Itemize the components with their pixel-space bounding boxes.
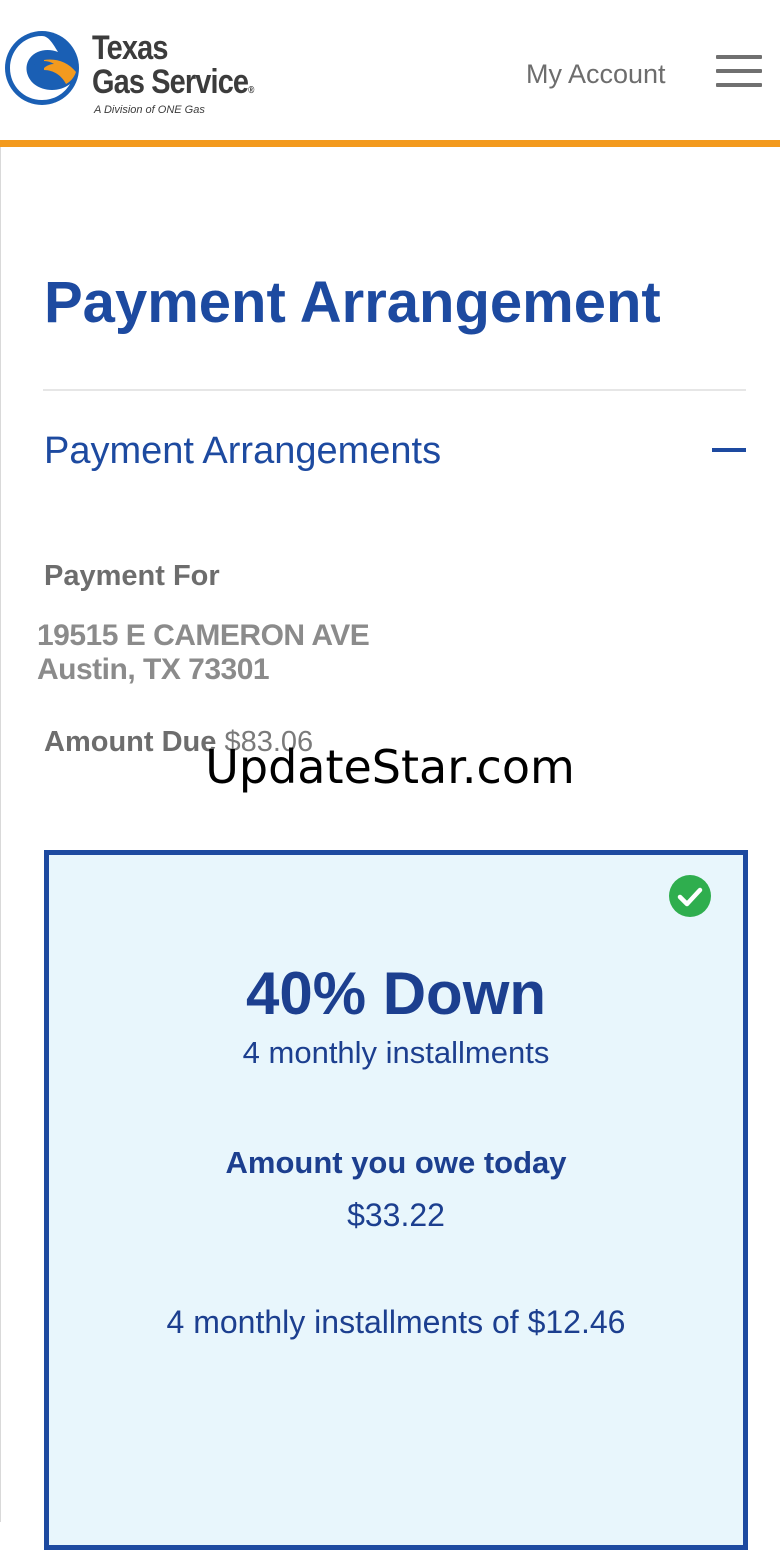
plan-subtitle: 4 monthly installments: [242, 1035, 550, 1070]
hamburger-menu-icon[interactable]: [716, 55, 764, 91]
title-divider: [43, 389, 746, 391]
section-title: Payment Arrangements: [44, 430, 442, 472]
logo-text-gas-service: Gas Service®: [92, 64, 254, 109]
minus-icon[interactable]: [712, 448, 746, 452]
logo-tagline: A Division of ONE Gas: [94, 104, 205, 116]
content-left-border: [0, 147, 1, 1522]
amount-due-value: $83.06: [224, 726, 314, 758]
checkmark-glyph: [677, 887, 703, 907]
site-header: Texas Gas Service® A Division of ONE Gas…: [0, 0, 780, 140]
owe-today-value: $33.22: [347, 1197, 445, 1233]
menu-icon-bar: [716, 69, 762, 73]
plan-option-card[interactable]: 40% Down 4 monthly installments Amount y…: [44, 850, 748, 1550]
owe-today-label: Amount you owe today: [225, 1145, 567, 1180]
logo-swirl-icon: [5, 31, 79, 105]
my-account-link[interactable]: My Account: [526, 57, 666, 91]
header-accent-bar: [0, 140, 780, 147]
payment-for-label: Payment For: [44, 560, 220, 592]
plan-title: 40% Down: [245, 960, 547, 1027]
logo-text-texas: Texas: [92, 29, 168, 67]
menu-icon-bar: [716, 55, 762, 59]
texas-gas-service-logo[interactable]: Texas Gas Service® A Division of ONE Gas: [4, 28, 304, 123]
amount-due-label: Amount Due: [44, 726, 217, 758]
menu-icon-bar: [716, 83, 762, 87]
check-circle-icon: [669, 875, 711, 917]
logo-text-gas-service-label: Gas Service: [92, 63, 249, 101]
address-line-1: 19515 E CAMERON AVE: [37, 619, 370, 652]
address-line-2: Austin, TX 73301: [37, 653, 270, 686]
installment-summary: 4 monthly installments of $12.46: [166, 1304, 626, 1340]
amount-due: Amount Due $83.06: [44, 723, 313, 761]
logo-registered-mark: ®: [248, 85, 254, 96]
page-title: Payment Arrangement: [44, 270, 661, 335]
payment-arrangements-accordion-header[interactable]: Payment Arrangements: [44, 428, 748, 476]
